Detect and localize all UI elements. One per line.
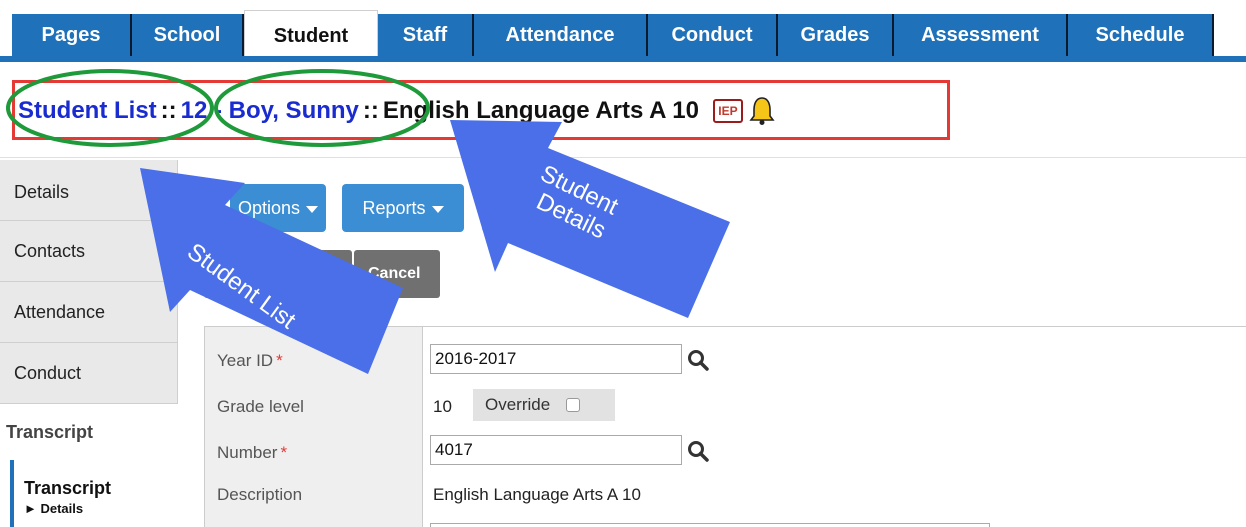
tab-staff[interactable]: Staff	[378, 14, 474, 56]
number-label: Number *	[217, 443, 288, 462]
sidebar-item-contacts[interactable]: Contacts	[0, 221, 178, 282]
override-checkbox[interactable]	[566, 398, 581, 412]
tab-conduct[interactable]: Conduct	[648, 14, 778, 56]
sidebar-section-heading[interactable]: Transcript	[6, 422, 93, 443]
help-button-label: Help	[494, 197, 532, 218]
tab-school[interactable]: School	[132, 14, 244, 56]
sidebar-subnav-title[interactable]: Transcript	[24, 478, 111, 499]
override-label: Override	[485, 395, 551, 414]
header-divider	[0, 157, 1246, 158]
year-id-label: Year ID *	[217, 351, 283, 370]
nav-tabs: Pages School Student Staff Attendance Co…	[12, 10, 1214, 58]
tab-attendance[interactable]: Attendance	[474, 14, 648, 56]
year-id-input[interactable]: 2016-2017	[430, 344, 682, 374]
nav-underline	[0, 56, 1246, 62]
description-textarea-edge[interactable]	[430, 523, 990, 527]
sidebar-item-conduct[interactable]: Conduct	[0, 343, 178, 404]
breadcrumb-separator: ::	[362, 97, 379, 124]
sidebar-item-details[interactable]: Details	[0, 160, 178, 221]
breadcrumb-student-link[interactable]: 12 - Boy, Sunny	[181, 97, 359, 125]
cancel-button[interactable]: Cancel	[354, 250, 440, 298]
iep-icon[interactable]: IEP	[712, 99, 743, 123]
description-label: Description	[217, 485, 303, 504]
breadcrumb: Student List :: 12 - Boy, Sunny :: Engli…	[18, 96, 775, 126]
search-icon[interactable]	[687, 440, 709, 462]
override-control[interactable]: Override	[473, 389, 615, 421]
sidebar-subnav: Transcript ► Details	[10, 460, 111, 527]
caret-down-icon	[431, 206, 444, 213]
top-navigation: Pages School Student Staff Attendance Co…	[0, 0, 1246, 62]
breadcrumb-student-list-link[interactable]: Student List	[18, 97, 157, 125]
search-icon[interactable]	[687, 349, 709, 371]
reports-button[interactable]: Reports	[342, 184, 464, 232]
options-button[interactable]: Options	[230, 184, 326, 232]
grade-level-value: 10	[433, 397, 452, 416]
sidebar-item-attendance[interactable]: Attendance	[0, 282, 178, 343]
breadcrumb-current: English Language Arts A 10	[382, 97, 699, 124]
course-form: Year ID * 2016-2017 Grade level 10 Overri…	[204, 326, 1246, 527]
number-input[interactable]: 4017	[430, 435, 682, 465]
reports-button-label: Reports	[362, 197, 426, 218]
tab-grades[interactable]: Grades	[778, 14, 894, 56]
sidebar: Details Contacts Attendance Conduct	[0, 160, 178, 404]
tab-student[interactable]: Student	[244, 10, 378, 58]
tab-schedule[interactable]: Schedule	[1068, 14, 1214, 56]
caret-down-icon	[306, 206, 319, 213]
sidebar-subnav-details[interactable]: ► Details	[24, 501, 111, 516]
description-value: English Language Arts A 10	[433, 485, 641, 504]
grade-level-label: Grade level	[217, 397, 304, 416]
tab-pages[interactable]: Pages	[12, 14, 132, 56]
tab-assessment[interactable]: Assessment	[894, 14, 1068, 56]
bell-icon[interactable]	[749, 96, 775, 126]
options-button-label: Options	[237, 197, 301, 218]
breadcrumb-separator: ::	[160, 97, 177, 124]
